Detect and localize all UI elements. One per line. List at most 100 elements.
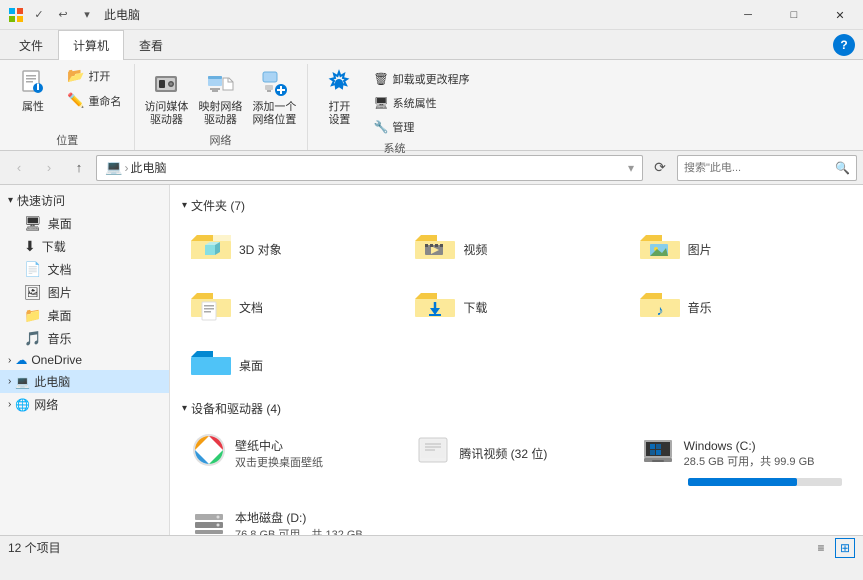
qa-save-btn[interactable]: ✓ — [28, 4, 50, 26]
folder-music-icon: ♪ — [640, 287, 680, 327]
tab-file[interactable]: 文件 — [4, 30, 58, 60]
sidebar-item-downloads[interactable]: ⬇ 下载 — [0, 235, 169, 258]
view-controls: ≡ ⊞ — [811, 538, 855, 558]
folder-download[interactable]: 下载 — [406, 280, 626, 334]
folder-picture[interactable]: 图片 — [631, 222, 851, 276]
sidebar-item-pictures[interactable]: 🖼 图片 — [0, 281, 169, 304]
location-buttons: 属性 📂 打开 ✏️ 重命名 — [8, 64, 126, 130]
search-box[interactable]: 🔍 — [677, 155, 857, 181]
refresh-btn[interactable]: ⟳ — [647, 155, 673, 181]
settings-btn[interactable]: 打开 设置 — [314, 64, 364, 130]
media-drive-btn[interactable]: 访问媒体 驱动器 — [141, 64, 191, 130]
sidebar-label-desktop2: 桌面 — [47, 307, 71, 324]
content-area: ▾ 文件夹 (7) 3D 对象 — [170, 185, 863, 535]
qa-dropdown-btn[interactable]: ▾ — [76, 4, 98, 26]
address-input[interactable]: 💻 › 此电脑 ▾ — [96, 155, 643, 181]
device-txvideo[interactable]: 腾讯视频 (32 位) — [406, 425, 626, 493]
sidebar-item-documents[interactable]: 📄 文档 — [0, 258, 169, 281]
folder-desktop-icon — [191, 345, 231, 385]
folder-3d[interactable]: 3D 对象 — [182, 222, 402, 276]
sidebar-onedrive[interactable]: › ☁ OneDrive — [0, 350, 169, 370]
minimize-btn[interactable]: ─ — [725, 0, 771, 30]
close-btn[interactable]: ✕ — [817, 0, 863, 30]
folder-video[interactable]: 视频 — [406, 222, 626, 276]
back-btn[interactable]: ‹ — [6, 155, 32, 181]
window-controls: ─ □ ✕ — [725, 0, 863, 30]
sidebar-label-pictures: 图片 — [48, 284, 72, 301]
sidebar-label-desktop1: 桌面 — [48, 215, 72, 232]
d-drive-top: 本地磁盘 (D:) 76.8 GB 可用，共 132 GB — [191, 504, 393, 535]
open-icon: 📂 — [67, 67, 84, 84]
sidebar: ▾ 快速访问 🖥 桌面 ⬇ 下载 📄 文档 🖼 图片 📁 桌面 🎵 音乐 › — [0, 185, 170, 535]
address-path: 此电脑 — [130, 159, 166, 176]
list-view-btn[interactable]: ≡ — [811, 538, 831, 558]
folder-desktop[interactable]: 桌面 — [182, 338, 402, 392]
sidebar-this-pc[interactable]: › 💻 此电脑 — [0, 370, 169, 393]
sys-props-icon: 🖥 — [373, 96, 388, 110]
sidebar-item-desktop1[interactable]: 🖥 桌面 — [0, 212, 169, 235]
folder-music-label: 音乐 — [688, 299, 712, 316]
sys-props-btn[interactable]: 🖥 系统属性 — [368, 92, 474, 114]
open-btn[interactable]: 📂 打开 — [62, 64, 126, 87]
help-button[interactable]: ? — [833, 34, 855, 56]
map-drive-btn[interactable]: 映射网络 驱动器 — [195, 64, 245, 130]
window-icon — [8, 7, 24, 23]
onedrive-label: OneDrive — [31, 353, 82, 367]
folder-music[interactable]: ♪ 音乐 — [631, 280, 851, 334]
add-network-label: 添加一个 网络位置 — [252, 101, 296, 127]
rename-btn[interactable]: ✏️ 重命名 — [62, 89, 126, 112]
tab-computer[interactable]: 计算机 — [58, 30, 124, 60]
add-network-icon — [258, 67, 290, 99]
ribbon-content: 属性 📂 打开 ✏️ 重命名 位置 — [0, 60, 863, 150]
thispc-label: 此电脑 — [34, 373, 70, 390]
media-drive-label: 访问媒体 驱动器 — [144, 101, 188, 127]
maximize-btn[interactable]: □ — [771, 0, 817, 30]
folder-download-label: 下载 — [463, 299, 487, 316]
uninstall-btn[interactable]: 🗑 卸载或更改程序 — [368, 68, 474, 90]
network-label: 网络 — [34, 396, 58, 413]
documents-icon: 📄 — [24, 261, 41, 278]
devices-chevron: ▾ — [182, 403, 187, 414]
up-btn[interactable]: ↑ — [66, 155, 92, 181]
onedrive-icon: ☁ — [15, 353, 27, 367]
add-network-btn[interactable]: 添加一个 网络位置 — [249, 64, 299, 130]
d-drive-info: 本地磁盘 (D:) 76.8 GB 可用，共 132 GB — [235, 509, 363, 535]
address-bar: ‹ › ↑ 💻 › 此电脑 ▾ ⟳ 🔍 — [0, 151, 863, 185]
qa-undo-btn[interactable]: ↩ — [52, 4, 74, 26]
pictures-icon: 🖼 — [24, 284, 42, 301]
svg-text:♪: ♪ — [656, 302, 663, 318]
tab-view[interactable]: 查看 — [124, 30, 178, 60]
c-drive-top: Windows (C:) 28.5 GB 可用，共 99.9 GB — [640, 432, 842, 475]
sidebar-network[interactable]: › 🌐 网络 — [0, 393, 169, 416]
devices-section-header[interactable]: ▾ 设备和驱动器 (4) — [182, 400, 851, 417]
sidebar-label-documents: 文档 — [47, 261, 71, 278]
rename-label: 重命名 — [88, 93, 121, 109]
search-input[interactable] — [684, 162, 831, 174]
ribbon: 文件 计算机 查看 ? — [0, 30, 863, 151]
map-drive-label: 映射网络 驱动器 — [198, 101, 242, 127]
map-drive-icon — [204, 67, 236, 99]
wallpaper-name: 壁纸中心 — [235, 437, 323, 454]
manage-btn[interactable]: 🔧 管理 — [368, 116, 474, 138]
folder-download-icon — [415, 287, 455, 327]
sidebar-item-music[interactable]: 🎵 音乐 — [0, 327, 169, 350]
sidebar-quick-access[interactable]: ▾ 快速访问 — [0, 189, 169, 212]
properties-btn[interactable]: 属性 — [8, 64, 58, 117]
device-d-drive[interactable]: 本地磁盘 (D:) 76.8 GB 可用，共 132 GB — [182, 497, 402, 535]
forward-btn[interactable]: › — [36, 155, 62, 181]
folder-3d-icon — [191, 229, 231, 269]
folder-video-icon — [415, 229, 455, 269]
device-wallpaper[interactable]: 壁纸中心 双击更换桌面壁纸 — [182, 425, 402, 493]
sidebar-item-desktop2[interactable]: 📁 桌面 — [0, 304, 169, 327]
grid-view-btn[interactable]: ⊞ — [835, 538, 855, 558]
folders-section-header[interactable]: ▾ 文件夹 (7) — [182, 197, 851, 214]
folder-document-icon — [191, 287, 231, 327]
folder-document[interactable]: 文档 — [182, 280, 402, 334]
music-icon: 🎵 — [24, 330, 41, 347]
sys-props-label: 系统属性 — [393, 95, 437, 111]
media-drive-icon — [150, 67, 182, 99]
device-c-drive[interactable]: Windows (C:) 28.5 GB 可用，共 99.9 GB — [631, 425, 851, 493]
manage-label: 管理 — [392, 119, 414, 135]
breadcrumb: 💻 › 此电脑 — [105, 159, 628, 176]
thispc-icon: 💻 — [15, 375, 30, 389]
